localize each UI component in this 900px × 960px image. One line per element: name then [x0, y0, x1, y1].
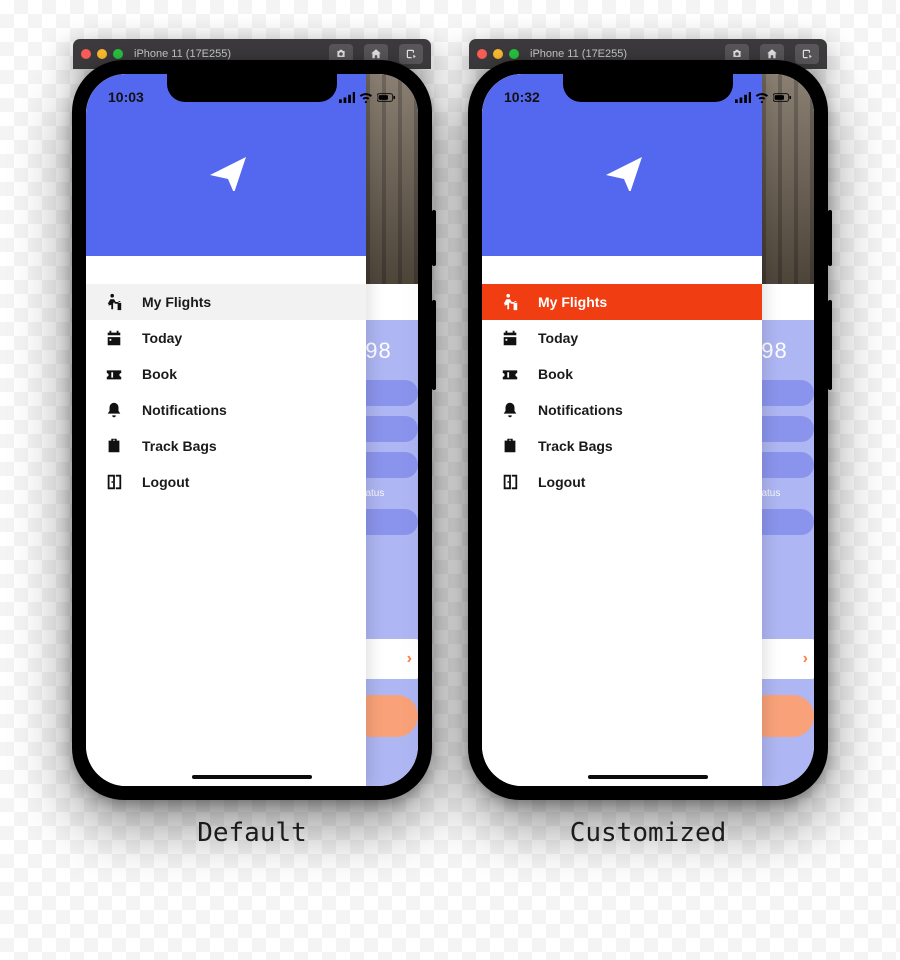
calendar-icon [104, 329, 124, 347]
device-notch [563, 74, 733, 102]
menu-item-book[interactable]: Book [482, 356, 762, 392]
ticket-icon [104, 365, 124, 383]
ticket-icon [500, 365, 520, 383]
paper-plane-icon [602, 151, 642, 191]
close-icon[interactable] [81, 49, 91, 59]
zoom-icon[interactable] [509, 49, 519, 59]
cellular-icon [735, 92, 752, 103]
user-luggage-icon [500, 293, 520, 311]
menu-item-label: Book [142, 366, 177, 382]
menu-item-label: Book [538, 366, 573, 382]
drawer-menu: My Flights Today Book Notifications Trac… [86, 256, 366, 500]
menu-item-label: Today [142, 330, 182, 346]
door-exit-icon [104, 473, 124, 491]
battery-icon [773, 92, 792, 103]
close-icon[interactable] [477, 49, 487, 59]
menu-item-label: Logout [538, 474, 585, 490]
window-traffic-lights[interactable] [81, 49, 123, 59]
menu-item-today[interactable]: Today [86, 320, 366, 356]
menu-item-notifications[interactable]: Notifications [86, 392, 366, 428]
menu-item-notifications[interactable]: Notifications [482, 392, 762, 428]
menu-item-today[interactable]: Today [482, 320, 762, 356]
wifi-icon [359, 92, 373, 103]
phone-frame: 10:03 098 Status › My Flights Tod [72, 60, 432, 800]
drawer-menu: My Flights Today Book Notifications Trac… [482, 256, 762, 500]
status-time: 10:32 [504, 89, 540, 105]
menu-item-logout[interactable]: Logout [482, 464, 762, 500]
bell-icon [500, 401, 520, 419]
variant-caption: Default [197, 818, 307, 848]
menu-item-my-flights[interactable]: My Flights [482, 284, 762, 320]
bell-icon [104, 401, 124, 419]
menu-item-label: My Flights [538, 294, 607, 310]
cellular-icon [339, 92, 356, 103]
menu-item-track-bags[interactable]: Track Bags [482, 428, 762, 464]
phone-frame: 10:32 098 Status › My Flights Tod [468, 60, 828, 800]
home-indicator[interactable] [588, 775, 708, 779]
battery-icon [377, 92, 396, 103]
minimize-icon[interactable] [97, 49, 107, 59]
menu-item-label: Logout [142, 474, 189, 490]
menu-item-book[interactable]: Book [86, 356, 366, 392]
menu-item-label: My Flights [142, 294, 211, 310]
window-traffic-lights[interactable] [477, 49, 519, 59]
phone-screen: 10:32 098 Status › My Flights Tod [482, 74, 814, 786]
simulator-rotate-button[interactable] [399, 44, 423, 64]
phone-screen: 10:03 098 Status › My Flights Tod [86, 74, 418, 786]
wifi-icon [755, 92, 769, 103]
simulator-rotate-button[interactable] [795, 44, 819, 64]
menu-item-label: Today [538, 330, 578, 346]
menu-item-track-bags[interactable]: Track Bags [86, 428, 366, 464]
navigation-drawer: My Flights Today Book Notifications Trac… [86, 74, 366, 786]
device-notch [167, 74, 337, 102]
menu-item-label: Track Bags [538, 438, 613, 454]
navigation-drawer: My Flights Today Book Notifications Trac… [482, 74, 762, 786]
minimize-icon[interactable] [493, 49, 503, 59]
chevron-right-icon: › [803, 650, 808, 668]
simulator-title: iPhone 11 (17E255) [134, 48, 231, 60]
chevron-right-icon: › [407, 650, 412, 668]
home-indicator[interactable] [192, 775, 312, 779]
simulator-title: iPhone 11 (17E255) [530, 48, 627, 60]
menu-item-label: Notifications [538, 402, 623, 418]
variant-caption: Customized [570, 818, 727, 848]
calendar-icon [500, 329, 520, 347]
bag-icon [500, 437, 520, 455]
menu-item-my-flights[interactable]: My Flights [86, 284, 366, 320]
bag-icon [104, 437, 124, 455]
paper-plane-icon [206, 151, 246, 191]
menu-item-label: Track Bags [142, 438, 217, 454]
door-exit-icon [500, 473, 520, 491]
menu-item-label: Notifications [142, 402, 227, 418]
user-luggage-icon [104, 293, 124, 311]
menu-item-logout[interactable]: Logout [86, 464, 366, 500]
zoom-icon[interactable] [113, 49, 123, 59]
status-time: 10:03 [108, 89, 144, 105]
